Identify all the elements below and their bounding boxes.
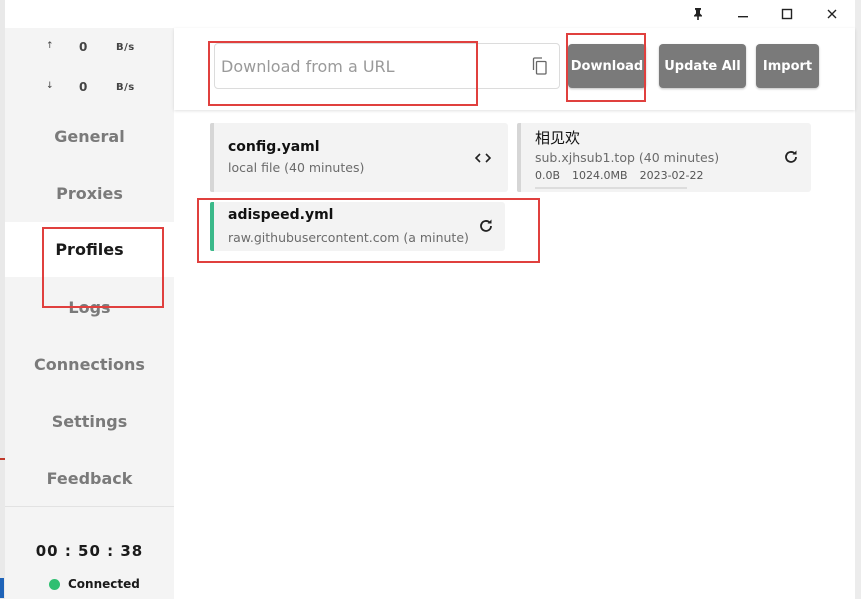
download-speed: ↓ 0 B/s	[5, 78, 174, 98]
sidebar-item-profiles[interactable]: Profiles	[5, 222, 174, 277]
main-panel: Download Update All Import config.yaml l…	[174, 28, 855, 599]
maximize-icon[interactable]	[776, 4, 798, 24]
sidebar-divider	[5, 506, 174, 507]
profile-card-adispeed[interactable]: adispeed.yml raw.githubusercontent.com (…	[210, 202, 505, 251]
connection-status: Connected	[49, 577, 140, 591]
url-input[interactable]	[215, 44, 523, 88]
expire-date: 2023-02-22	[639, 169, 704, 182]
paste-icon[interactable]	[532, 57, 547, 79]
update-all-button[interactable]: Update All	[659, 44, 746, 88]
sidebar-item-feedback[interactable]: Feedback	[5, 453, 174, 503]
download-unit: B/s	[116, 82, 135, 93]
profile-indicator	[517, 123, 521, 192]
pin-icon[interactable]	[687, 4, 709, 24]
profiles-toolbar: Download Update All Import	[174, 28, 855, 110]
background-mark	[0, 578, 4, 598]
close-icon[interactable]	[821, 4, 843, 24]
upload-value: 0	[79, 40, 88, 54]
sidebar: ↑ 0 B/s ↓ 0 B/s General Proxies Profiles…	[5, 28, 174, 599]
sidebar-item-proxies[interactable]: Proxies	[5, 168, 174, 218]
profile-card-config[interactable]: config.yaml local file (40 minutes)	[210, 123, 508, 192]
profile-name: config.yaml	[228, 139, 320, 155]
profile-name: 相见欢	[535, 129, 581, 147]
download-value: 0	[79, 80, 88, 94]
profile-indicator	[210, 123, 214, 192]
sidebar-item-logs[interactable]: Logs	[5, 282, 174, 332]
code-icon[interactable]	[473, 148, 493, 168]
profile-active-indicator	[210, 202, 214, 251]
minimize-icon[interactable]	[732, 4, 754, 24]
refresh-icon[interactable]	[476, 216, 496, 236]
profile-card-subscription[interactable]: 相见欢 sub.xjhsub1.top (40 minutes) 0.0B 10…	[517, 123, 811, 192]
download-button[interactable]: Download	[568, 44, 646, 88]
profile-usage: 0.0B 1024.0MB 2023-02-22	[535, 169, 704, 182]
usage-total: 1024.0MB	[572, 169, 628, 182]
upload-speed: ↑ 0 B/s	[5, 38, 174, 58]
status-dot-icon	[49, 578, 60, 590]
profile-source: raw.githubusercontent.com (a minute)	[228, 230, 469, 245]
import-button[interactable]: Import	[756, 44, 819, 88]
profile-name: adispeed.yml	[228, 207, 334, 223]
url-field[interactable]	[214, 43, 560, 89]
upload-unit: B/s	[116, 42, 135, 53]
usage-progress-bar	[535, 187, 687, 189]
title-bar	[5, 0, 855, 28]
uptime-clock: 00 : 50 : 38	[35, 542, 144, 560]
sidebar-item-settings[interactable]: Settings	[5, 396, 174, 446]
background-edge-right	[855, 0, 861, 599]
sidebar-item-general[interactable]: General	[5, 111, 174, 161]
upload-arrow-icon: ↑	[46, 41, 54, 51]
usage-used: 0.0B	[535, 169, 561, 182]
sidebar-item-connections[interactable]: Connections	[5, 339, 174, 389]
profile-source: local file (40 minutes)	[228, 160, 365, 175]
profile-source: sub.xjhsub1.top (40 minutes)	[535, 150, 720, 165]
download-arrow-icon: ↓	[46, 81, 54, 91]
refresh-icon[interactable]	[781, 147, 801, 167]
status-label: Connected	[68, 577, 140, 591]
app-window: ↑ 0 B/s ↓ 0 B/s General Proxies Profiles…	[5, 0, 855, 599]
